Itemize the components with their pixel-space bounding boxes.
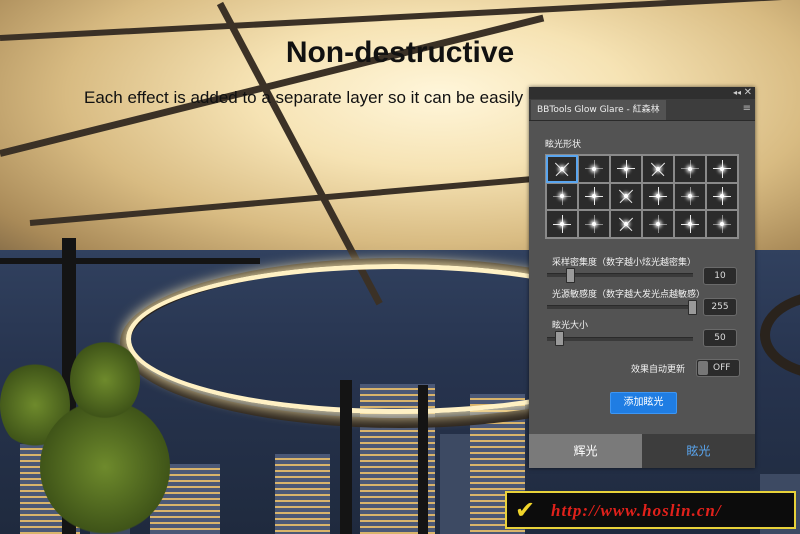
sampling-density-value[interactable]: 10 (703, 267, 737, 285)
glare-star-icon (585, 215, 603, 234)
glare-shape-option[interactable] (546, 210, 578, 238)
toggle-knob (698, 361, 708, 375)
light-sensitivity-label: 光源敏感度（数字越大发光点越敏感） (552, 290, 706, 300)
add-glare-button[interactable]: 添加眩光 (610, 392, 677, 414)
panel-titlebar: ◂◂ ✕ (529, 87, 755, 99)
glare-star-icon (655, 165, 661, 172)
glare-star-icon (553, 215, 571, 234)
panel-tab[interactable]: BBTools Glow Glare - 紅森林 (531, 100, 666, 120)
glare-star-icon (681, 187, 699, 206)
glare-shape-option[interactable] (610, 155, 642, 183)
page-subtitle: Each effect is added to a separate layer… (84, 88, 524, 107)
glare-size-label: 眩光大小 (552, 321, 589, 331)
glare-star-icon (623, 193, 629, 200)
light-sensitivity-thumb[interactable] (688, 300, 697, 315)
glare-star-icon (681, 215, 699, 234)
glare-shape-option[interactable] (674, 210, 706, 238)
glare-shape-option[interactable] (546, 182, 578, 211)
watermark-url: http://www.hoslin.cn/ (551, 501, 722, 520)
glare-shape-label: 眩光形状 (545, 140, 582, 150)
glare-star-icon (585, 159, 603, 178)
sampling-density-label: 采样密集度（数字越小炫光越密集） (552, 258, 697, 268)
glare-shape-option[interactable] (610, 182, 642, 211)
glare-shape-option[interactable] (546, 155, 578, 183)
glare-star-icon (713, 215, 731, 234)
glare-shape-option[interactable] (642, 210, 674, 238)
tab-glow[interactable]: 辉光 (529, 434, 642, 468)
page-title: Non-destructive (285, 36, 515, 69)
sampling-density-thumb[interactable] (565, 268, 575, 283)
glare-shape-option[interactable] (578, 182, 610, 211)
auto-update-toggle[interactable]: OFF (696, 359, 740, 377)
glare-star-icon (713, 159, 731, 178)
tab-glare[interactable]: 眩光 (642, 434, 755, 468)
glare-star-icon (649, 187, 667, 206)
glare-star-icon (649, 215, 667, 234)
toggle-state: OFF (713, 363, 731, 373)
glare-size-slider[interactable] (547, 337, 693, 341)
light-sensitivity-value[interactable]: 255 (703, 298, 737, 316)
glare-shape-option[interactable] (642, 155, 674, 183)
panel-menu-icon[interactable]: ≡ (743, 104, 751, 114)
glare-shape-option[interactable] (706, 210, 738, 238)
glare-shape-option[interactable] (674, 182, 706, 211)
glare-size-thumb[interactable] (555, 331, 564, 346)
glare-shape-option[interactable] (578, 210, 610, 238)
checkmark-icon: ✔ (515, 496, 536, 524)
close-icon[interactable]: ✕ (744, 87, 752, 98)
glare-star-icon (681, 159, 699, 178)
glare-shape-option[interactable] (610, 210, 642, 238)
glare-shape-grid (545, 154, 739, 239)
glare-shape-option[interactable] (674, 155, 706, 183)
glare-shape-option[interactable] (578, 155, 610, 183)
panel-tabbar: BBTools Glow Glare - 紅森林 ≡ (529, 99, 755, 121)
auto-update-label: 效果自动更新 (631, 365, 686, 375)
glare-star-icon (713, 187, 731, 206)
watermark-banner: ✔ http://www.hoslin.cn/ (505, 491, 796, 529)
glare-star-icon (585, 187, 603, 206)
glare-star-icon (553, 187, 571, 206)
glare-shape-option[interactable] (706, 155, 738, 183)
glare-shape-option[interactable] (642, 182, 674, 211)
glare-size-value[interactable]: 50 (703, 329, 737, 347)
glare-star-icon (617, 159, 635, 178)
glare-shape-option[interactable] (706, 182, 738, 211)
glare-star-icon (559, 165, 565, 172)
light-sensitivity-slider[interactable] (547, 305, 693, 309)
collapse-icon[interactable]: ◂◂ (733, 88, 741, 98)
glare-star-icon (623, 221, 629, 227)
